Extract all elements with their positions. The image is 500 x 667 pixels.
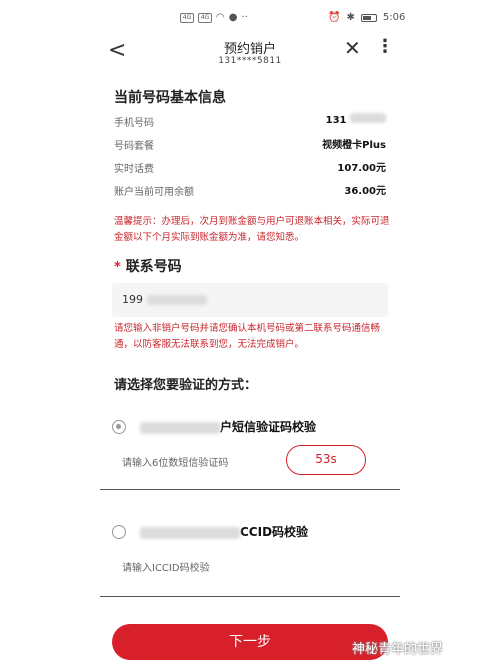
header: < 预约销户 131****5811 ✕ ⋮	[0, 34, 500, 78]
dots-icon: ··	[241, 12, 248, 23]
info-value: 107.00元	[337, 163, 386, 174]
required-mark: *	[114, 260, 121, 275]
info-value: 视频橙卡Plus	[322, 140, 386, 151]
info-label: 账户当前可用余额	[114, 187, 194, 198]
contact-phone-field[interactable]: 199	[112, 283, 388, 317]
contact-note: 请您输入非销户号码并请您确认本机号码或第二联系号码通信畅通，以防客服无法联系到您…	[114, 323, 381, 350]
page-title: 预约销户	[223, 42, 276, 57]
info-label: 实时话费	[114, 164, 154, 175]
verify-prompt: 请选择您要验证的方式：	[114, 378, 258, 393]
divider	[100, 489, 400, 490]
watermark: 神秘青年的世界	[352, 642, 444, 657]
alarm-icon: ⏰	[328, 12, 341, 23]
info-row-phone: 手机号码 131	[114, 110, 386, 130]
battery-icon	[360, 13, 377, 22]
info-label: 号码套餐	[114, 141, 154, 152]
info-title: 当前号码基本信息	[114, 90, 226, 106]
iccid-option-label[interactable]: CCID码校验	[140, 523, 308, 540]
info-row-fee: 实时话费 107.00元	[114, 156, 386, 176]
status-bar: 4G 4G ◠ ● ·· ⏰ ✱ 5:06	[0, 0, 500, 38]
info-value: 36.00元	[344, 186, 386, 197]
sms-option-label[interactable]: 户短信验证码校验	[140, 418, 316, 435]
more-icon[interactable]: ⋮	[376, 36, 394, 57]
clock-time: 5:06	[382, 12, 406, 23]
page-subtitle: 131****5811	[218, 56, 282, 66]
signal-icon: 4G	[180, 12, 194, 23]
info-value: 131	[326, 113, 386, 126]
close-icon[interactable]: ✕	[344, 36, 361, 60]
sms-code-input[interactable]: 请输入6位数短信验证码	[122, 454, 228, 469]
sms-radio[interactable]	[112, 420, 126, 434]
next-button[interactable]: 下一步	[112, 624, 388, 660]
contact-title: * 联系号码	[114, 259, 182, 275]
divider-2	[100, 596, 400, 597]
bluetooth-icon: ✱	[346, 12, 355, 23]
signal-icon-2: 4G	[198, 12, 212, 23]
info-label: 手机号码	[114, 118, 154, 129]
warning-text: 温馨提示：办理后，次月到账金额与用户可退账本相关，实际可退金额以下个月实际到账金…	[114, 216, 390, 243]
iccid-radio[interactable]	[112, 525, 126, 539]
chat-icon: ●	[228, 12, 238, 23]
sms-countdown-button[interactable]: 53s	[286, 445, 366, 475]
info-row-plan: 号码套餐 视频橙卡Plus	[114, 133, 386, 153]
wifi-icon: ◠	[216, 12, 225, 23]
info-row-balance: 账户当前可用余额 36.00元	[114, 179, 386, 199]
iccid-input[interactable]: 请输入ICCID码校验	[122, 559, 210, 574]
